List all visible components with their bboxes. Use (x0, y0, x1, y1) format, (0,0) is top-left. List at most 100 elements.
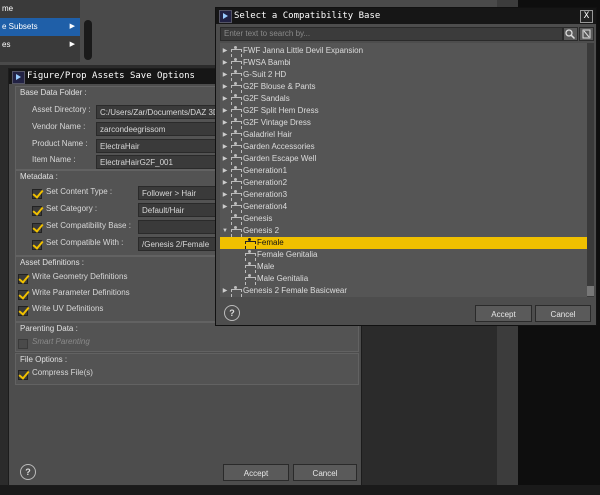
tree-item[interactable]: ▶ G-Suit 2 HD (220, 69, 587, 81)
tree-item-label: Female (257, 238, 284, 247)
accept-button[interactable]: Accept (475, 305, 532, 322)
expand-arrow-icon[interactable]: ▶ (221, 57, 229, 69)
expand-arrow-icon[interactable]: ▶ (221, 105, 229, 117)
tree-item-label: G-Suit 2 HD (243, 70, 287, 79)
tree-item[interactable]: ▶ G2F Blouse & Pants (220, 81, 587, 93)
set-compatible-with-checkbox[interactable] (32, 240, 42, 250)
search-input[interactable]: Enter text to search by... (220, 27, 563, 41)
tree-item[interactable]: ▶ G2F Split Hem Dress (220, 105, 587, 117)
figure-icon (230, 286, 242, 297)
figure-icon (230, 190, 242, 201)
expand-arrow-icon[interactable]: ▶ (221, 153, 229, 165)
accept-button[interactable]: Accept (223, 464, 289, 481)
tree-item[interactable]: ▶ G2F Sandals (220, 93, 587, 105)
asset-definitions-group-label: Asset Definitions : (20, 258, 85, 267)
compat-dialog-titlebar[interactable]: Select a Compatibility Base X (216, 8, 596, 24)
help-icon[interactable]: ? (20, 464, 36, 480)
app-status-bar (0, 485, 600, 495)
write-geometry-checkbox[interactable] (18, 274, 28, 284)
write-uv-checkbox[interactable] (18, 306, 28, 316)
set-compat-base-checkbox[interactable] (32, 223, 42, 233)
expand-arrow-icon[interactable]: ▶ (221, 117, 229, 129)
collapse-arrow-icon[interactable]: ▼ (221, 225, 229, 237)
expand-arrow-icon[interactable]: ▶ (221, 81, 229, 93)
tree-item[interactable]: ▼ Genesis 2 (220, 225, 587, 237)
tree-item-label: Generation4 (243, 202, 288, 211)
tree-item[interactable]: Female Genitalia (220, 249, 587, 261)
tree-item[interactable]: ▶ Generation3 (220, 189, 587, 201)
figure-icon (230, 106, 242, 117)
figure-icon (244, 274, 256, 285)
write-parameter-checkbox[interactable] (18, 290, 28, 300)
menu-item-label: es (2, 40, 11, 49)
figure-icon (230, 226, 242, 237)
tree-item-label: G2F Sandals (243, 94, 290, 103)
expand-arrow-icon[interactable]: ▶ (221, 177, 229, 189)
expand-arrow-icon[interactable]: ▶ (221, 285, 229, 297)
tree-item[interactable]: ▶ G2F Vintage Dress (220, 117, 587, 129)
tree-item-label: Male (257, 262, 275, 271)
tree-item[interactable]: ▶ Garden Accessories (220, 141, 587, 153)
tree-item-label: FWSA Bambi (243, 58, 291, 67)
figure-icon (230, 70, 242, 81)
compress-files-checkbox[interactable] (18, 370, 28, 380)
expand-arrow-icon[interactable]: ▶ (221, 129, 229, 141)
expand-arrow-icon[interactable]: ▶ (221, 69, 229, 81)
close-icon[interactable]: X (580, 10, 593, 23)
cancel-button[interactable]: Cancel (293, 464, 357, 481)
tree-item-label: G2F Blouse & Pants (243, 82, 316, 91)
expand-arrow-icon[interactable]: ▶ (221, 201, 229, 213)
expand-arrow-icon[interactable]: ▶ (221, 141, 229, 153)
write-geometry-label: Write Geometry Definitions (32, 272, 128, 281)
tree-item-label: G2F Vintage Dress (243, 118, 311, 127)
tree-item-label: FWF Janna Little Devil Expansion (243, 46, 364, 55)
tree-item[interactable]: ▶ Genesis 2 Female Basicwear (220, 285, 587, 297)
tree-item-label: Galadriel Hair (243, 130, 292, 139)
tree-item[interactable]: ▶ FWF Janna Little Devil Expansion (220, 45, 587, 57)
figure-icon (230, 118, 242, 129)
help-icon[interactable]: ? (224, 305, 240, 321)
tree-item[interactable]: ▶ Garden Escape Well (220, 153, 587, 165)
tree-item-label: G2F Split Hem Dress (243, 106, 319, 115)
tree-item-label: Generation1 (243, 166, 288, 175)
tree-item[interactable]: Genesis (220, 213, 587, 225)
tree-item[interactable]: Male Genitalia (220, 273, 587, 285)
clear-search-icon[interactable] (579, 27, 594, 41)
smart-parenting-checkbox (18, 339, 28, 349)
tree-item-label: Garden Accessories (243, 142, 315, 151)
tree-item[interactable]: ▶ Generation4 (220, 201, 587, 213)
set-category-checkbox[interactable] (32, 206, 42, 216)
parenting-group: Parenting Data : Smart Parenting (15, 322, 359, 352)
figure-icon (230, 82, 242, 93)
compatibility-tree[interactable]: ▶ FWF Janna Little Devil Expansion ▶ FWSA B… (220, 43, 587, 297)
set-content-type-checkbox[interactable] (32, 189, 42, 199)
tree-item[interactable]: ▶ Generation1 (220, 165, 587, 177)
scrollbar-thumb[interactable] (587, 286, 594, 296)
scroll-handle[interactable] (84, 20, 92, 60)
tree-item[interactable]: ▶ FWSA Bambi (220, 57, 587, 69)
menu-item-3[interactable]: es ▶ (0, 36, 80, 54)
expand-arrow-icon[interactable]: ▶ (221, 93, 229, 105)
tree-scrollbar[interactable] (587, 43, 594, 297)
compat-dialog-title: Select a Compatibility Base (234, 11, 381, 21)
submenu-arrow-icon: ▶ (69, 23, 75, 30)
tree-item[interactable]: ▶ Galadriel Hair (220, 129, 587, 141)
menu-item-1[interactable]: me (0, 0, 80, 18)
compat-base-dialog: Select a Compatibility Base X Enter text… (215, 7, 597, 326)
cancel-button[interactable]: Cancel (535, 305, 591, 322)
write-parameter-label: Write Parameter Definitions (32, 288, 130, 297)
expand-arrow-icon[interactable]: ▶ (221, 165, 229, 177)
tree-item[interactable]: Female (220, 237, 587, 249)
tree-item[interactable]: ▶ Generation2 (220, 177, 587, 189)
figure-icon (230, 58, 242, 69)
set-content-type-label: Set Content Type : (46, 187, 113, 196)
search-icon[interactable] (563, 27, 578, 41)
expand-arrow-icon[interactable]: ▶ (221, 45, 229, 57)
expand-arrow-icon[interactable]: ▶ (221, 189, 229, 201)
tree-item[interactable]: Male (220, 261, 587, 273)
asset-directory-label: Asset Directory : (32, 105, 91, 114)
save-dialog-title: Figure/Prop Assets Save Options (27, 71, 195, 81)
item-name-label: Item Name : (32, 155, 76, 164)
set-category-label: Set Category : (46, 204, 98, 213)
menu-item-subsets[interactable]: e Subsets ▶ (0, 18, 80, 36)
